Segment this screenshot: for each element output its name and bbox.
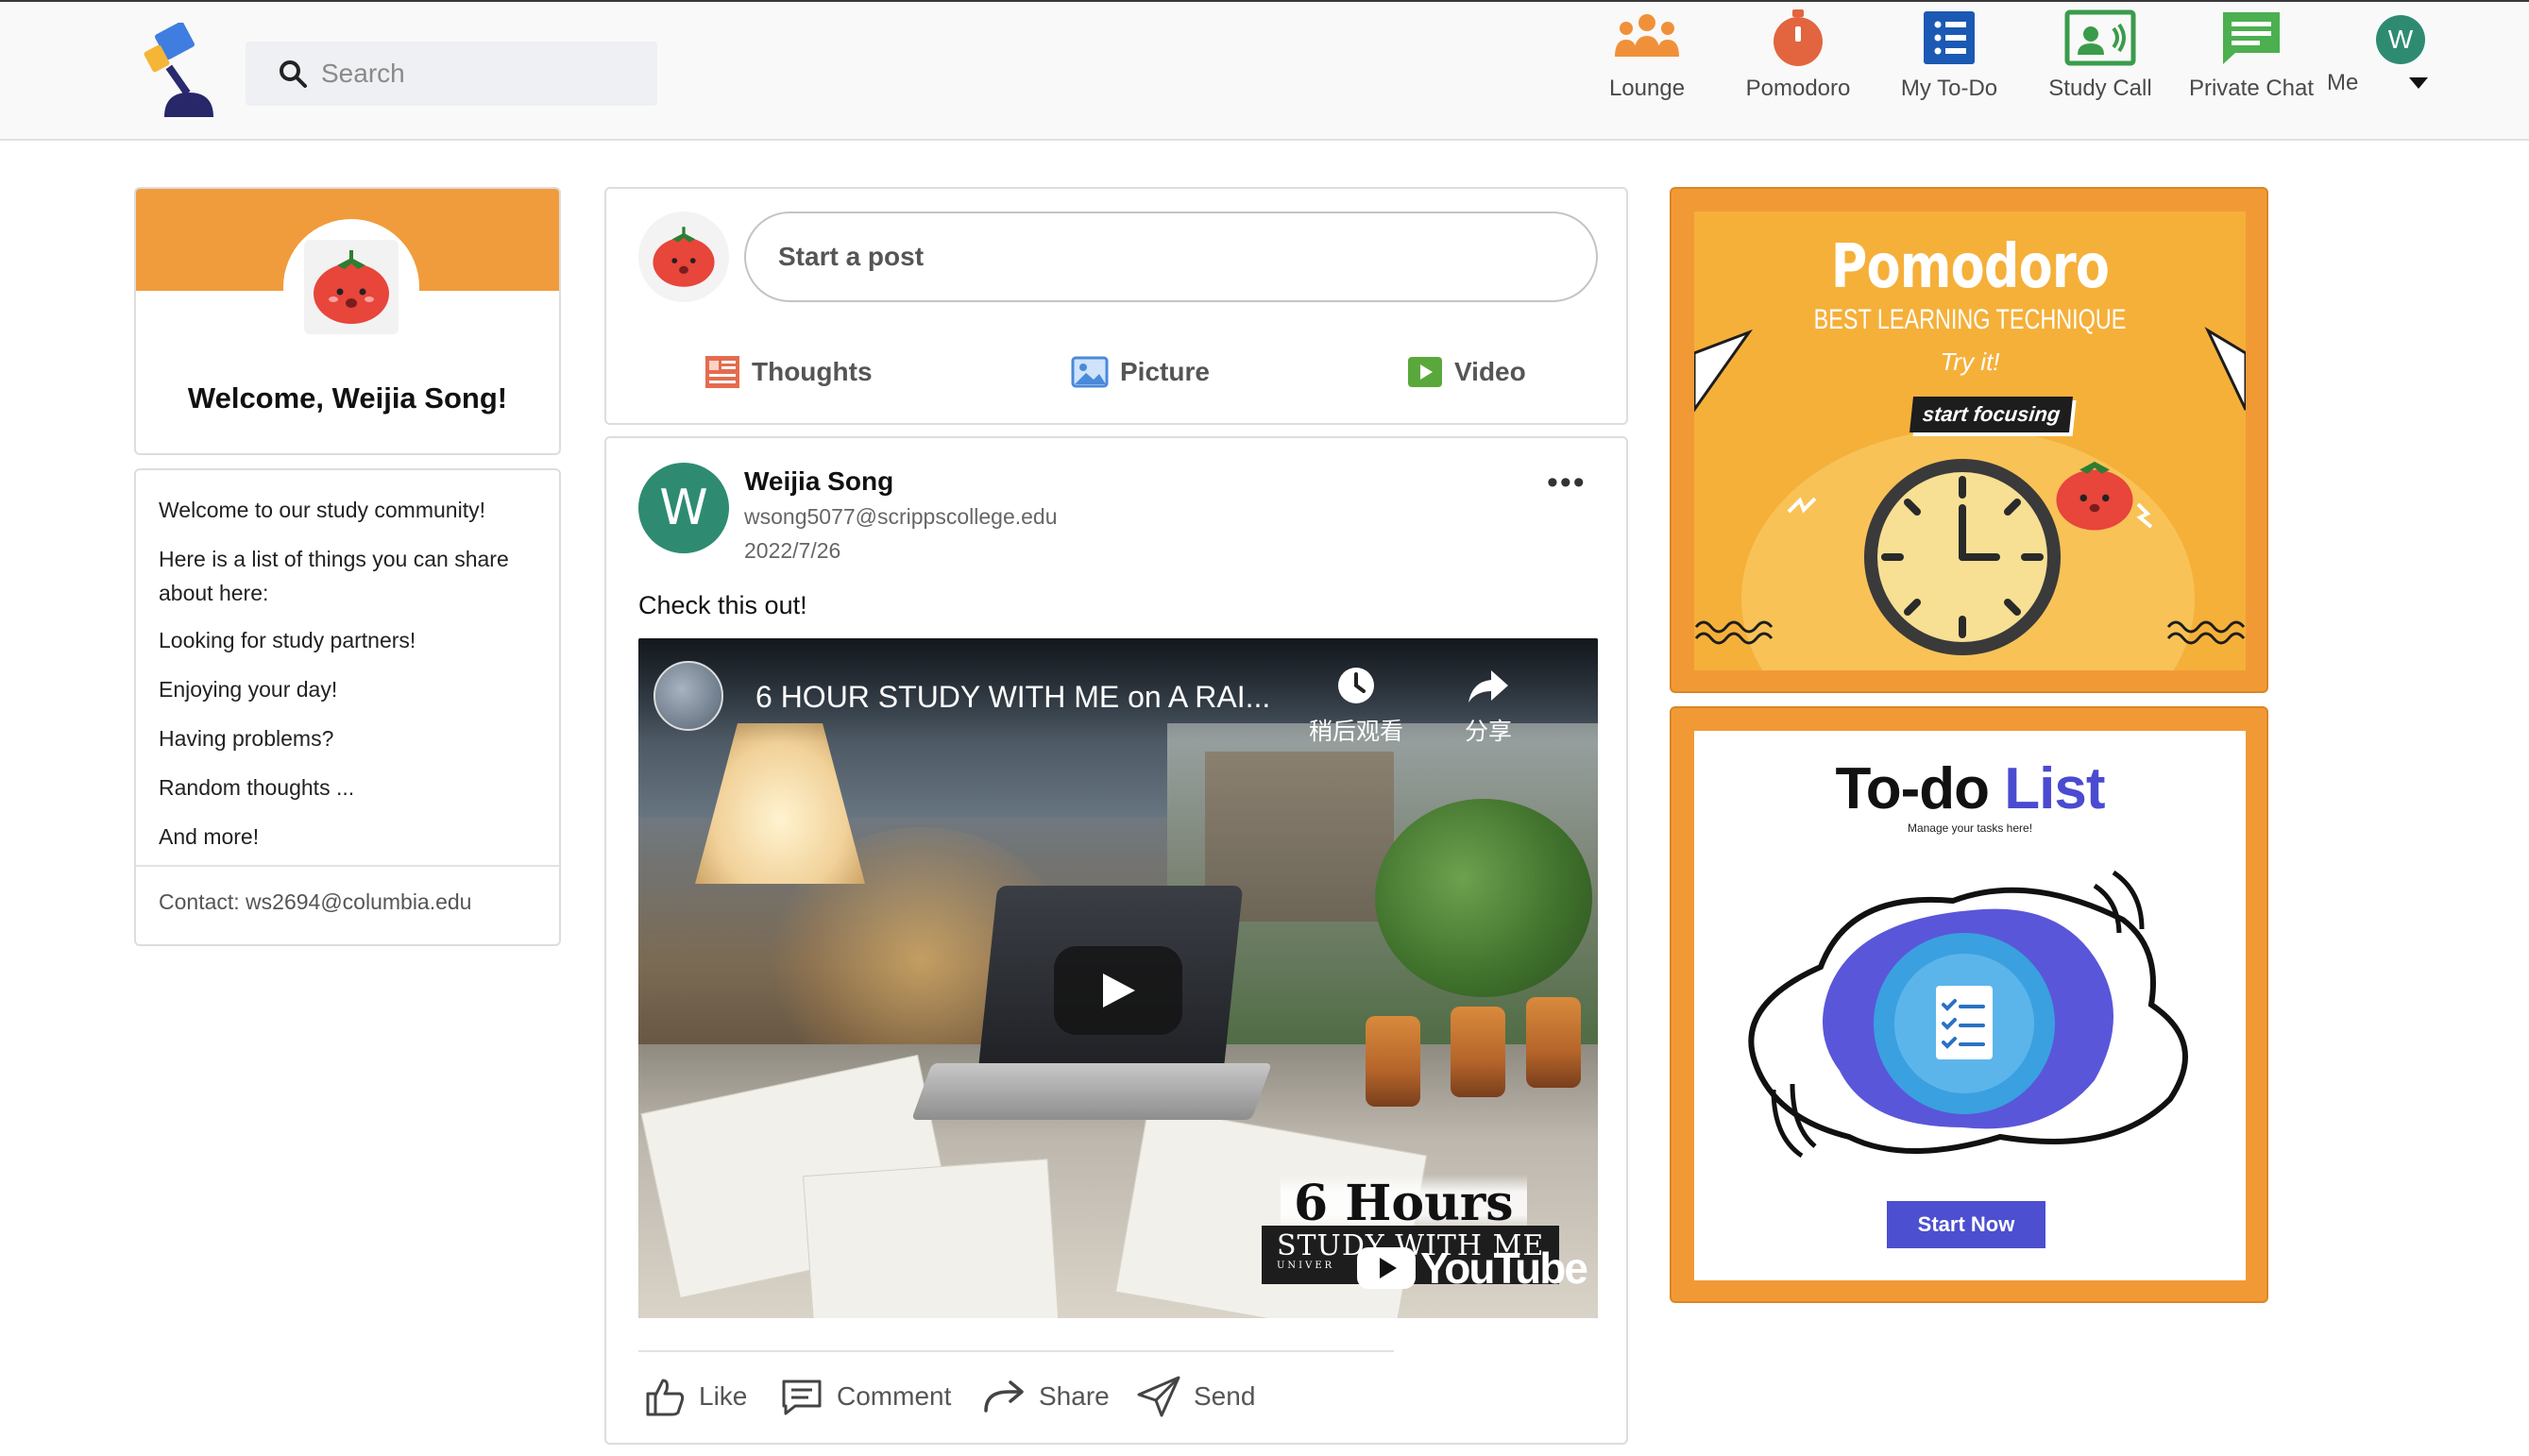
share-arrow-icon [1468, 670, 1508, 703]
post-composer: Start a post Thoughts Picture Video [604, 187, 1628, 425]
composer-avatar [638, 212, 729, 302]
people-icon [1615, 14, 1679, 57]
play-icon [1103, 973, 1135, 1007]
post-author-email: wsong5077@scrippscollege.edu [744, 504, 1058, 529]
send-button[interactable]: Send [1137, 1373, 1255, 1420]
watch-later-label: 稍后观看 [1309, 719, 1404, 745]
pomodoro-promo-subtitle: BEST LEARNING TECHNIQUE [1813, 304, 2127, 335]
info-line: And more! [159, 824, 260, 849]
nav-todo-label: My To-Do [1900, 76, 1998, 101]
info-line: Here is a list of things you can share a… [159, 547, 509, 605]
post-text: Check this out! [638, 591, 807, 619]
play-button[interactable] [1054, 946, 1182, 1035]
nav-private-chat[interactable]: Private Chat [2176, 9, 2327, 113]
nav-study-call-label: Study Call [2048, 76, 2152, 101]
clock-icon [1864, 459, 2061, 655]
timer-icon [1774, 9, 1823, 66]
nav-pomodoro-label: Pomodoro [1745, 76, 1851, 101]
start-now-button[interactable]: Start Now [1887, 1201, 2045, 1248]
video-label: Video [1454, 357, 1526, 386]
share-arrow-icon [984, 1380, 1024, 1413]
video-button[interactable]: Video [1407, 351, 1526, 393]
comment-label: Comment [837, 1381, 952, 1411]
divider [638, 1350, 1394, 1352]
post-author-name[interactable]: Weijia Song [744, 466, 893, 497]
post-date: 2022/7/26 [744, 538, 841, 563]
like-button[interactable]: Like [644, 1373, 747, 1420]
video-overlay-title: 6 Hours [1281, 1175, 1527, 1232]
todo-illustration [1748, 870, 2188, 1159]
embedded-video[interactable]: 6 HOUR STUDY WITH ME on A RAI... 稍后观看 分享… [638, 638, 1598, 1318]
checklist-icon [1924, 11, 1975, 64]
send-label: Send [1194, 1381, 1256, 1411]
chat-icon [2223, 12, 2280, 64]
thoughts-button[interactable]: Thoughts [704, 351, 873, 393]
app-logo[interactable] [142, 21, 229, 121]
video-title[interactable]: 6 HOUR STUDY WITH ME on A RAI... [755, 680, 1270, 715]
video-play-icon [1408, 357, 1442, 387]
video-share-label: 分享 [1464, 719, 1512, 745]
clock-icon [1338, 668, 1374, 703]
feed-post: W Weijia Song wsong5077@scrippscollege.e… [604, 436, 1628, 1445]
nav-study-call[interactable]: Study Call [2025, 9, 2176, 113]
community-info-card: Welcome to our study community! Here is … [134, 468, 561, 946]
caret-down-icon [2408, 77, 2428, 89]
nav-private-chat-label: Private Chat [2188, 76, 2315, 101]
nav-lounge[interactable]: Lounge [1571, 9, 1723, 113]
tomato-icon [314, 250, 389, 324]
todo-promo-title: To-do List [1835, 756, 2105, 821]
nav-lounge-label: Lounge [1608, 76, 1686, 101]
tomato-icon [2056, 461, 2133, 531]
nav-me-label: Me [2327, 70, 2359, 95]
nav-me[interactable]: W Me [2327, 9, 2474, 113]
send-icon [1137, 1376, 1180, 1417]
video-call-icon [2064, 9, 2136, 66]
info-line: Random thoughts ... [159, 775, 355, 800]
search-bar[interactable] [246, 42, 657, 106]
todo-promo-subtitle: Manage your tasks here! [1907, 821, 2033, 835]
profile-avatar[interactable] [283, 219, 419, 355]
image-icon [1071, 356, 1109, 388]
picture-label: Picture [1120, 357, 1210, 386]
post-author-avatar[interactable]: W [638, 463, 729, 553]
welcome-message: Welcome, Weijia Song! [187, 381, 508, 415]
picture-button[interactable]: Picture [1071, 351, 1210, 393]
pomodoro-promo-tagline: Try it! [1940, 347, 2000, 376]
comment-button[interactable]: Comment [780, 1373, 951, 1420]
article-icon [705, 356, 739, 388]
profile-card: Welcome, Weijia Song! [134, 187, 561, 455]
info-line: Welcome to our study community! [159, 498, 485, 522]
todo-promo-card[interactable]: To-do List Manage your tasks here! Start… [1670, 706, 2268, 1303]
contact-info: Contact: ws2694@columbia.edu [159, 889, 472, 914]
nav-todo[interactable]: My To-Do [1874, 9, 2025, 113]
start-post-input[interactable]: Start a post [744, 212, 1598, 302]
info-line: Enjoying your day! [159, 677, 338, 702]
pomodoro-promo-title: Pomodoro [1830, 232, 2110, 302]
nav-pomodoro[interactable]: Pomodoro [1723, 9, 1874, 113]
more-options-icon[interactable]: ••• [1547, 465, 1587, 501]
share-button[interactable]: Share [982, 1373, 1110, 1420]
channel-avatar[interactable] [653, 661, 723, 731]
info-line: Having problems? [159, 726, 334, 751]
search-input[interactable] [321, 42, 642, 106]
avatar: W [2376, 15, 2425, 64]
pomodoro-promo-card[interactable]: Pomodoro BEST LEARNING TECHNIQUE Try it!… [1670, 187, 2268, 693]
share-label: Share [1039, 1381, 1110, 1411]
like-label: Like [699, 1381, 748, 1411]
comment-icon [782, 1380, 822, 1415]
video-share-button[interactable]: 分享 [1441, 665, 1536, 747]
youtube-icon [1357, 1247, 1416, 1289]
search-icon [280, 60, 307, 88]
youtube-logo[interactable]: YouTube [1356, 1243, 1588, 1294]
info-line: Looking for study partners! [159, 628, 416, 652]
watch-later-button[interactable]: 稍后观看 [1309, 665, 1403, 747]
thumbs-up-icon [646, 1379, 685, 1416]
tomato-icon [653, 227, 715, 287]
start-focusing-badge[interactable]: start focusing [1909, 397, 2074, 432]
thoughts-label: Thoughts [752, 357, 873, 386]
divider [136, 865, 559, 867]
top-navbar: Lounge Pomodoro My To-Do Study Call [0, 0, 2529, 141]
